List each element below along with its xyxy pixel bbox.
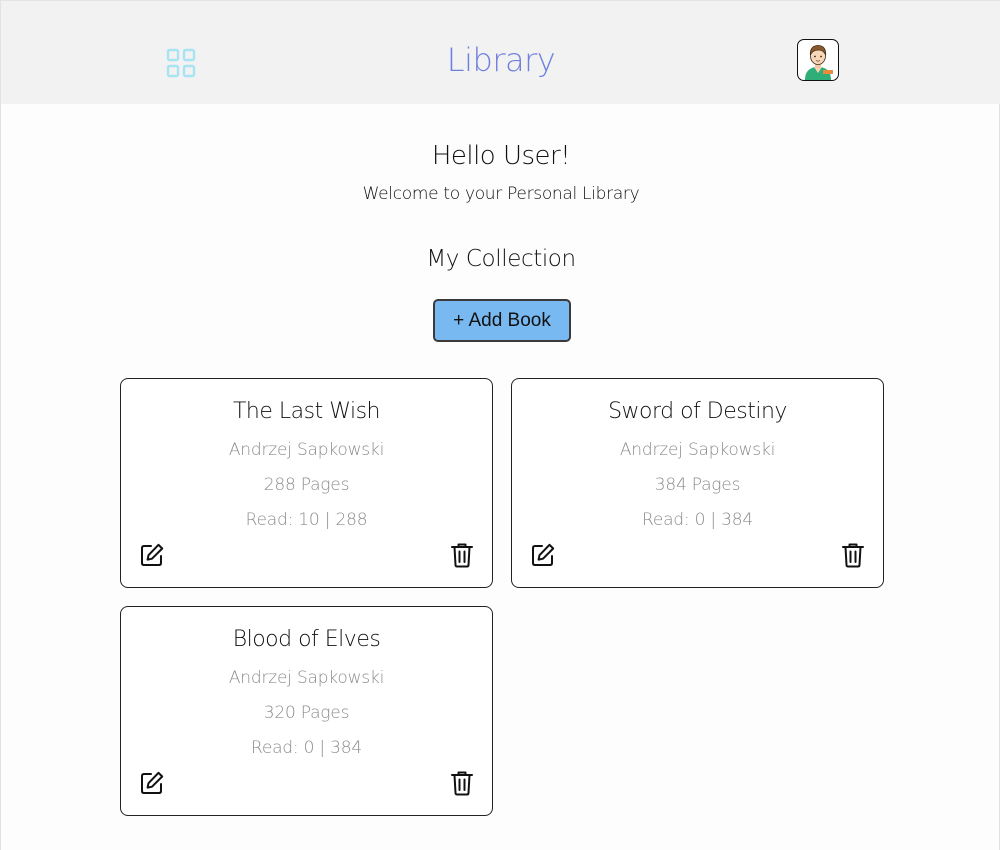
book-author: Andrzej Sapkowski <box>228 440 385 460</box>
app-title: Library <box>446 41 556 79</box>
book-progress: Read: 0 | 384 <box>641 510 754 530</box>
book-title: Sword of Destiny <box>608 399 787 424</box>
book-progress: Read: 10 | 288 <box>245 510 368 530</box>
edit-icon <box>532 543 555 566</box>
app-header: Library <box>1 0 1000 104</box>
book-card: The Last Wish Andrzej Sapkowski 288 Page… <box>120 378 493 588</box>
book-pages: 288 Pages <box>263 475 350 495</box>
book-card: Sword of Destiny Andrzej Sapkowski 384 P… <box>511 378 884 588</box>
greeting-title: Hello User! <box>431 141 571 171</box>
edit-book-button[interactable] <box>139 770 165 796</box>
edit-book-button[interactable] <box>139 542 165 568</box>
welcome-subtitle: Welcome to your Personal Library <box>362 184 640 204</box>
book-author: Andrzej Sapkowski <box>228 668 385 688</box>
book-card: Blood of Elves Andrzej Sapkowski 320 Pag… <box>120 606 493 816</box>
delete-book-button[interactable] <box>841 542 865 568</box>
edit-icon <box>141 771 164 794</box>
add-book-button[interactable]: + Add Book <box>433 299 571 342</box>
user-avatar-icon <box>805 45 833 80</box>
delete-book-button[interactable] <box>450 770 474 796</box>
delete-book-button[interactable] <box>450 542 474 568</box>
collection-title: My Collection <box>426 246 576 272</box>
trash-icon <box>842 543 864 568</box>
book-progress: Read: 0 | 384 <box>250 738 363 758</box>
edit-icon <box>141 543 164 566</box>
book-title: The Last Wish <box>232 399 381 424</box>
user-avatar-button[interactable] <box>797 39 839 81</box>
book-pages: 384 Pages <box>654 475 741 495</box>
book-title: Blood of Elves <box>232 627 381 652</box>
edit-book-button[interactable] <box>530 542 556 568</box>
book-author: Andrzej Sapkowski <box>619 440 776 460</box>
trash-icon <box>451 771 473 796</box>
book-pages: 320 Pages <box>263 703 350 723</box>
trash-icon <box>451 543 473 568</box>
